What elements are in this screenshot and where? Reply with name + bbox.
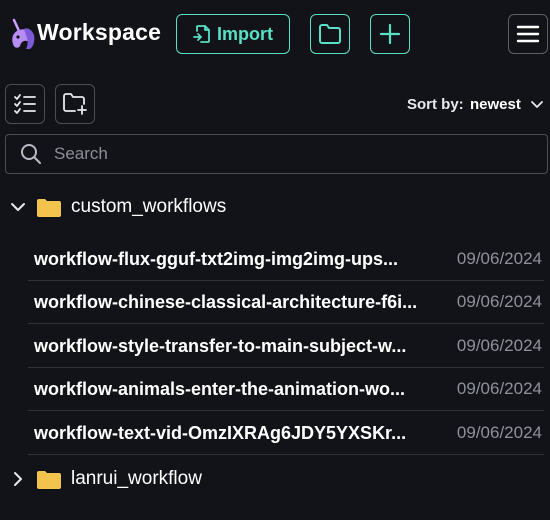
chevron-down-icon[interactable] [10,201,26,213]
workflow-date: 09/06/2024 [456,423,542,442]
workflow-item[interactable]: workflow-flux-gguf-txt2img-img2img-ups..… [28,238,544,281]
sort-dropdown[interactable]: newest [470,96,521,113]
chevron-right-icon[interactable] [10,471,26,487]
folder-icon [37,198,61,217]
new-workflow-button[interactable] [370,14,410,54]
hamburger-menu-icon [516,25,540,43]
workflow-name: workflow-style-transfer-to-main-subject-… [34,335,407,356]
sort-label: Sort by: [407,96,464,113]
workflow-name: workflow-text-vid-OmzIXRAg6JDY5YXSKr... [34,422,407,443]
workflow-name: workflow-flux-gguf-txt2img-img2img-ups..… [34,248,398,269]
workflow-date: 09/06/2024 [456,336,542,355]
checklist-icon [14,94,36,114]
folder-name: lanrui_workflow [71,468,202,489]
search-input[interactable] [52,143,516,165]
workflow-name: workflow-chinese-classical-architecture-… [34,291,418,312]
workflow-item[interactable]: workflow-style-transfer-to-main-subject-… [28,325,544,368]
plus-icon [379,23,401,45]
folder-row-custom-workflows[interactable]: custom_workflows [10,192,226,222]
workflow-item[interactable]: workflow-chinese-classical-architecture-… [28,281,544,324]
folder-name: custom_workflows [71,196,227,217]
folder-row-lanrui-workflow[interactable]: lanrui_workflow [10,464,202,494]
workflow-date: 09/06/2024 [456,379,542,398]
import-button[interactable]: Import [176,14,290,54]
multi-select-button[interactable] [5,84,45,124]
workflow-date: 09/06/2024 [456,249,542,268]
import-file-icon [193,25,210,43]
search-box [5,134,548,174]
new-folder-button[interactable] [55,84,95,124]
chevron-down-icon[interactable] [530,97,544,115]
open-folder-button[interactable] [310,14,350,54]
search-icon [21,144,41,164]
workflow-date: 09/06/2024 [456,292,542,311]
unicorn-logo-icon [8,18,38,52]
folder-icon [319,24,341,44]
folder-plus-icon [63,93,87,115]
import-label: Import [217,23,273,44]
workflow-item[interactable]: workflow-text-vid-OmzIXRAg6JDY5YXSKr... … [28,412,544,455]
workflow-item[interactable]: workflow-animals-enter-the-animation-wo.… [28,368,544,411]
page-title: Workspace [37,19,162,45]
menu-button[interactable] [508,14,548,54]
folder-icon [37,470,61,489]
workflow-name: workflow-animals-enter-the-animation-wo.… [34,378,406,399]
